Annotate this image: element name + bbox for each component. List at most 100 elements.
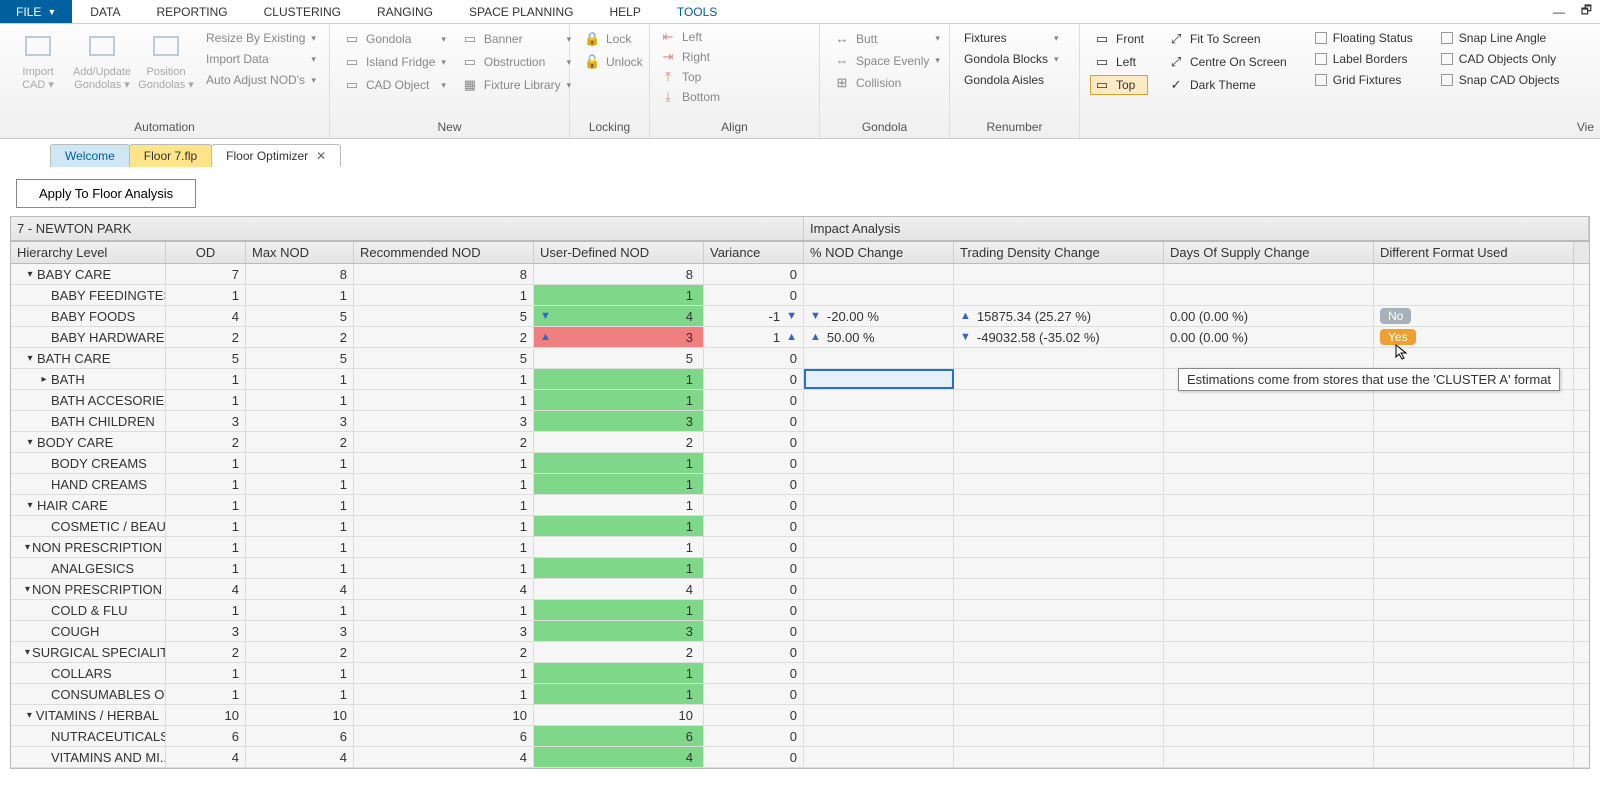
opt-snap-line-angle[interactable]: Snap Line Angle: [1437, 29, 1564, 47]
opt-snap-cad-objects[interactable]: Snap CAD Objects: [1437, 71, 1564, 89]
col-pct-nod-change[interactable]: % NOD Change: [804, 242, 954, 263]
different-format-cell[interactable]: [1374, 390, 1574, 410]
hierarchy-cell[interactable]: VITAMINS AND MI...: [11, 747, 166, 767]
ribbon-unlock[interactable]: 🔓Unlock: [580, 52, 647, 72]
table-row[interactable]: HAND CREAMS11110: [11, 474, 1589, 495]
menu-clustering[interactable]: CLUSTERING: [246, 0, 359, 23]
menu-space-planning[interactable]: SPACE PLANNING: [451, 0, 591, 23]
different-format-cell[interactable]: [1374, 579, 1574, 599]
ribbon-gondola[interactable]: ▭Gondola▾: [340, 29, 450, 49]
ribbon-centre-on-screen[interactable]: ⤢Centre On Screen: [1164, 52, 1291, 72]
different-format-cell[interactable]: [1374, 621, 1574, 641]
ribbon-island-fridge[interactable]: ▭Island Fridge▾: [340, 52, 450, 72]
ribbon-resize-by-existing[interactable]: Resize By Existing▾: [202, 29, 320, 47]
ribbon-add-update[interactable]: Add/UpdateGondolas ▾: [70, 27, 134, 96]
different-format-cell[interactable]: [1374, 474, 1574, 494]
ribbon-banner[interactable]: ▭Banner▾: [458, 29, 575, 49]
hierarchy-cell[interactable]: ▾BATH CARE: [11, 348, 166, 368]
table-row[interactable]: COLLARS11110: [11, 663, 1589, 684]
hierarchy-cell[interactable]: BODY CREAMS: [11, 453, 166, 473]
different-format-cell[interactable]: [1374, 411, 1574, 431]
hierarchy-cell[interactable]: BABY FEEDINGTES...: [11, 285, 166, 305]
tab-floor-file[interactable]: Floor 7.flp: [129, 144, 212, 167]
ribbon-space-evenly[interactable]: ⇔Space Evenly▾: [830, 51, 944, 70]
align-right[interactable]: ⇥Right: [656, 47, 736, 67]
ribbon-butt[interactable]: ↔Butt▾: [830, 29, 944, 48]
menu-reporting[interactable]: REPORTING: [139, 0, 246, 23]
close-icon[interactable]: ✕: [316, 149, 326, 163]
different-format-cell[interactable]: [1374, 453, 1574, 473]
col-days-of-supply-change[interactable]: Days Of Supply Change: [1164, 242, 1374, 263]
hierarchy-cell[interactable]: ▾BABY CARE: [11, 264, 166, 284]
ribbon-gondola-blocks[interactable]: Gondola Blocks▾: [960, 50, 1063, 68]
hierarchy-cell[interactable]: ▾NON PRESCRIPTION: [11, 537, 166, 557]
different-format-cell[interactable]: No: [1374, 306, 1574, 326]
col-user-defined-nod[interactable]: User-Defined NOD: [534, 242, 704, 263]
table-row[interactable]: COLD & FLU11110: [11, 600, 1589, 621]
hierarchy-cell[interactable]: COSMETIC / BEAU...: [11, 516, 166, 536]
hierarchy-cell[interactable]: COUGH: [11, 621, 166, 641]
different-format-cell[interactable]: [1374, 495, 1574, 515]
different-format-cell[interactable]: [1374, 663, 1574, 683]
col-variance[interactable]: Variance: [704, 242, 804, 263]
different-format-cell[interactable]: [1374, 516, 1574, 536]
tab-floor-optimizer[interactable]: Floor Optimizer✕: [211, 144, 341, 167]
hierarchy-cell[interactable]: ANALGESICS: [11, 558, 166, 578]
col-trading-density-change[interactable]: Trading Density Change: [954, 242, 1164, 263]
align-top[interactable]: ⤒Top: [656, 67, 736, 87]
table-row[interactable]: ▾BODY CARE22220: [11, 432, 1589, 453]
different-format-cell[interactable]: [1374, 558, 1574, 578]
apply-to-floor-analysis-button[interactable]: Apply To Floor Analysis: [16, 179, 196, 208]
different-format-cell[interactable]: [1374, 705, 1574, 725]
ribbon-left[interactable]: ▭Left: [1090, 52, 1148, 72]
different-format-cell[interactable]: [1374, 264, 1574, 284]
ribbon-fixtures[interactable]: Fixtures▾: [960, 29, 1063, 47]
hierarchy-cell[interactable]: CONSUMABLES OT...: [11, 684, 166, 704]
table-row[interactable]: ANALGESICS11110: [11, 558, 1589, 579]
ribbon-position[interactable]: PositionGondolas ▾: [134, 27, 198, 96]
table-row[interactable]: ▾HAIR CARE11110: [11, 495, 1589, 516]
opt-cad-objects-only[interactable]: CAD Objects Only: [1437, 50, 1564, 68]
opt-label-borders[interactable]: Label Borders: [1311, 50, 1417, 68]
hierarchy-cell[interactable]: BABY HARDWARE: [11, 327, 166, 347]
table-row[interactable]: BABY FEEDINGTES...11110: [11, 285, 1589, 306]
table-row[interactable]: BATH CHILDREN33330: [11, 411, 1589, 432]
table-row[interactable]: BODY CREAMS11110: [11, 453, 1589, 474]
hierarchy-cell[interactable]: NUTRACEUTICALS: [11, 726, 166, 746]
hierarchy-cell[interactable]: BABY FOODS: [11, 306, 166, 326]
ribbon-fixture-library[interactable]: ▦Fixture Library▾: [458, 75, 575, 95]
table-row[interactable]: BABY HARDWARE222▲31▲▲50.00 %▼-49032.58 (…: [11, 327, 1589, 348]
ribbon-cad-object[interactable]: ▭CAD Object▾: [340, 75, 450, 95]
menu-tools[interactable]: TOOLS: [659, 0, 735, 23]
ribbon-import-data[interactable]: Import Data▾: [202, 50, 320, 68]
hierarchy-cell[interactable]: ▾NON PRESCRIPTION R: [11, 579, 166, 599]
different-format-cell[interactable]: [1374, 642, 1574, 662]
ribbon-obstruction[interactable]: ▭Obstruction▾: [458, 52, 575, 72]
different-format-cell[interactable]: [1374, 600, 1574, 620]
ribbon-dark-theme[interactable]: ✓Dark Theme: [1164, 75, 1291, 95]
menu-ranging[interactable]: RANGING: [359, 0, 451, 23]
ribbon-lock[interactable]: 🔒Lock: [580, 29, 647, 49]
different-format-cell[interactable]: [1374, 726, 1574, 746]
tab-welcome[interactable]: Welcome: [50, 144, 130, 167]
col-different-format-used[interactable]: Different Format Used: [1374, 242, 1574, 263]
table-row[interactable]: COUGH33330: [11, 621, 1589, 642]
table-row[interactable]: ▾BABY CARE78880: [11, 264, 1589, 285]
hierarchy-cell[interactable]: BATH CHILDREN: [11, 411, 166, 431]
table-row[interactable]: ▾NON PRESCRIPTION R44440: [11, 579, 1589, 600]
different-format-cell[interactable]: [1374, 285, 1574, 305]
ribbon-auto-adjust-nod-s[interactable]: Auto Adjust NOD's▾: [202, 71, 320, 89]
hierarchy-cell[interactable]: ▾VITAMINS / HERBAL: [11, 705, 166, 725]
col-hierarchy[interactable]: Hierarchy Level: [11, 242, 166, 263]
hierarchy-cell[interactable]: HAND CREAMS: [11, 474, 166, 494]
menu-help[interactable]: HELP: [591, 0, 658, 23]
table-row[interactable]: BATH ACCESORIES11110: [11, 390, 1589, 411]
align-left[interactable]: ⇤Left: [656, 27, 736, 47]
ribbon-import[interactable]: ImportCAD ▾: [6, 27, 70, 96]
table-row[interactable]: CONSUMABLES OT...11110: [11, 684, 1589, 705]
table-row[interactable]: COSMETIC / BEAU...11110: [11, 516, 1589, 537]
col-recommended-nod[interactable]: Recommended NOD: [354, 242, 534, 263]
hierarchy-cell[interactable]: COLLARS: [11, 663, 166, 683]
window-restore[interactable]: 🗗: [1573, 0, 1600, 23]
hierarchy-cell[interactable]: ▾SURGICAL SPECIALIT: [11, 642, 166, 662]
